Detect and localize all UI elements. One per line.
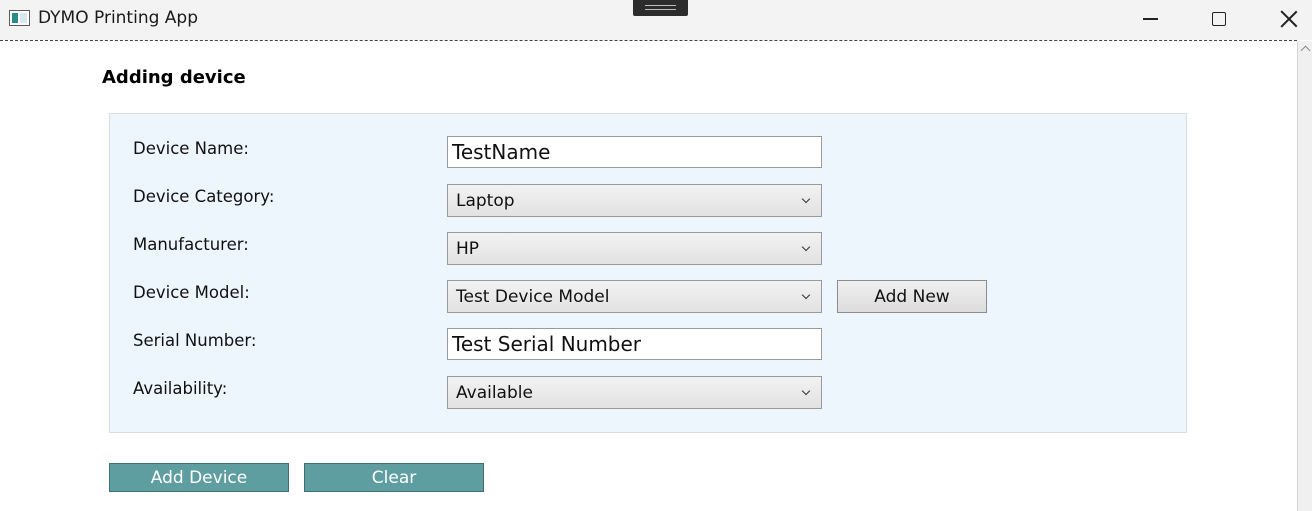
close-icon [1280,10,1298,28]
maximize-icon [1212,12,1226,26]
scroll-up-arrow-icon[interactable] [1300,45,1311,56]
manufacturer-select[interactable]: HP [447,232,822,265]
device-name-label: Device Name: [133,139,249,158]
device-model-select[interactable]: Test Device Model [447,280,822,313]
app-window-icon [9,10,30,26]
page-title: Adding device [102,67,246,88]
device-model-label: Device Model: [133,283,250,302]
device-model-value: Test Device Model [456,286,610,307]
device-category-value: Laptop [456,190,515,211]
chevron-down-icon [801,194,811,204]
availability-label: Availability: [133,379,228,398]
manufacturer-label: Manufacturer: [133,235,249,254]
title-divider [0,40,1297,41]
snap-grip-handle[interactable] [633,0,688,16]
device-category-label: Device Category: [133,187,275,206]
chevron-down-icon [801,386,811,396]
title-bar: DYMO Printing App [0,0,1312,40]
clear-button[interactable]: Clear [304,463,484,492]
serial-number-input[interactable]: Test Serial Number [447,328,822,360]
minimize-icon [1142,18,1158,20]
maximize-button[interactable] [1196,0,1242,38]
chevron-down-icon [801,290,811,300]
device-name-input[interactable]: TestName [447,136,822,168]
availability-select[interactable]: Available [447,376,822,409]
minimize-button[interactable] [1127,0,1173,38]
serial-number-label: Serial Number: [133,331,257,350]
vertical-scrollbar[interactable] [1297,41,1312,511]
manufacturer-value: HP [456,238,480,259]
add-new-model-button[interactable]: Add New [837,280,987,313]
add-device-button[interactable]: Add Device [109,463,289,492]
device-category-select[interactable]: Laptop [447,184,822,217]
window-title: DYMO Printing App [38,8,199,28]
chevron-down-icon [801,242,811,252]
close-button[interactable] [1266,0,1312,38]
availability-value: Available [456,382,533,403]
